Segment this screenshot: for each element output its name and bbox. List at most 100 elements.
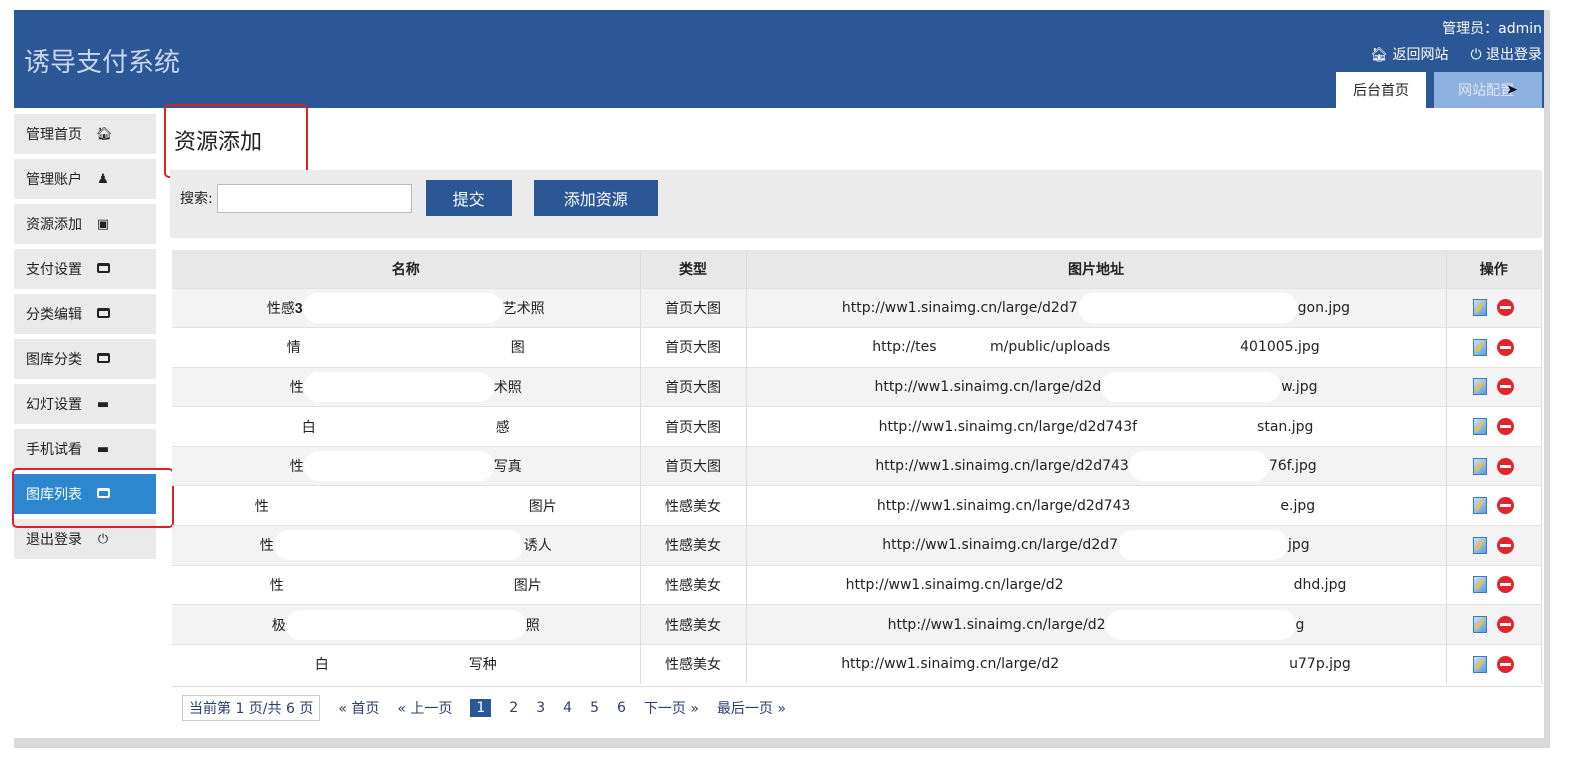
name-end: 图片	[528, 498, 557, 515]
sidebar-item-label: 分类编辑	[26, 307, 82, 323]
edit-icon[interactable]	[1473, 655, 1488, 673]
sidebar-item-0[interactable]: 管理首页 🏠︎	[14, 114, 156, 154]
delete-icon[interactable]	[1497, 457, 1515, 475]
url-cell: http://ww1.sinaimg.cn/large/d2d743f stan.…	[746, 406, 1447, 447]
url-cell: http://ww1.sinaimg.cn/large/d2 u77p.jpg	[746, 643, 1447, 684]
sidebar-item-label: 管理首页	[26, 127, 82, 143]
delete-icon[interactable]	[1497, 616, 1515, 634]
highlight-box	[12, 468, 174, 528]
col-type: 类型	[640, 250, 747, 288]
type-cell: 性感美女	[640, 564, 747, 605]
edit-icon[interactable]	[1473, 497, 1488, 515]
edit-icon[interactable]	[1473, 338, 1488, 356]
mouse-cursor-icon: ➤	[1506, 82, 1518, 98]
logout-link[interactable]: ⏻ 退出登录	[1470, 44, 1542, 64]
delete-icon[interactable]	[1497, 576, 1515, 594]
name-cell: 白感	[172, 406, 641, 447]
name-start: 性	[289, 379, 304, 396]
name-cell: 性 图片	[172, 564, 641, 605]
delete-icon[interactable]	[1497, 655, 1515, 673]
name-cell: 性 图片	[172, 485, 641, 526]
table-row: 极照 性感美女 http://ww1.sinaimg.cn/large/d2 g	[172, 604, 1542, 645]
next-page-link[interactable]: 下一页 »	[644, 698, 699, 718]
page-5[interactable]: 5	[590, 700, 599, 716]
edit-icon[interactable]	[1473, 418, 1488, 436]
name-start: 性	[259, 538, 274, 555]
sidebar-item-7[interactable]: 手机试看 ▬	[14, 429, 156, 469]
name-end: 图	[510, 340, 525, 357]
tab-admin-home[interactable]: 后台首页	[1336, 72, 1426, 108]
type-cell: 首页大图	[640, 445, 747, 486]
back-site-label: 返回网站	[1392, 47, 1449, 63]
type-cell: 性感美女	[640, 525, 747, 566]
last-page-link[interactable]: 最后一页 »	[717, 698, 786, 718]
url-start: http://ww1.sinaimg.cn/large/d2d7	[841, 299, 1078, 316]
page: 诱导支付系统 管理员：admin 🏠︎ 返回网站 ⏻ 退出登录 后台首页 网站配…	[12, 10, 1544, 738]
actions-cell	[1446, 564, 1542, 605]
sidebar-item-5[interactable]: 图库分类	[14, 339, 156, 379]
brand-title: 诱导支付系统	[24, 48, 181, 78]
edit-icon[interactable]	[1473, 378, 1488, 396]
first-page-link[interactable]: « 首页	[338, 698, 379, 718]
name-start: 极	[271, 617, 286, 634]
sidebar-item-label: 支付设置	[26, 262, 82, 278]
top-header: 诱导支付系统 管理员：admin 🏠︎ 返回网站 ⏻ 退出登录 后台首页 网站配…	[14, 10, 1544, 108]
prev-page-link[interactable]: « 上一页	[397, 698, 452, 718]
page-3[interactable]: 3	[536, 700, 545, 716]
resource-table: 名称 类型 图片地址 操作 性感𝟑 艺术照 首页大图 http://ww1.sin…	[172, 250, 1542, 684]
edit-icon[interactable]	[1473, 457, 1488, 475]
url-cell: http://ww1.sinaimg.cn/large/d2 dhd.jpg	[746, 564, 1447, 605]
delete-icon[interactable]	[1497, 299, 1515, 317]
sidebar-item-4[interactable]: 分类编辑	[14, 294, 156, 334]
delete-icon[interactable]	[1497, 497, 1515, 515]
url-end: 76f.jpg	[1268, 458, 1317, 475]
url-start: http://ww1.sinaimg.cn/large/d2d743f	[878, 418, 1138, 435]
page-1[interactable]: 1	[470, 698, 492, 717]
sidebar-item-label: 资源添加	[26, 217, 82, 233]
sidebar-item-label: 手机试看	[26, 442, 82, 458]
table-row: 情图 首页大图 http://tes m/public/uploads 40100…	[172, 327, 1542, 368]
name-end: 诱人	[523, 538, 552, 555]
page-2[interactable]: 2	[509, 700, 518, 716]
power-icon: ⏻	[1470, 47, 1482, 63]
type-cell: 性感美女	[640, 643, 747, 684]
sidebar-item-label: 退出登录	[26, 532, 82, 548]
name-start: 情	[286, 340, 301, 357]
table-row: 性感𝟑 艺术照 首页大图 http://ww1.sinaimg.cn/large/…	[172, 287, 1542, 328]
delete-icon[interactable]	[1497, 338, 1515, 356]
search-label: 搜索:	[180, 191, 213, 207]
edit-icon[interactable]	[1473, 616, 1488, 634]
window-icon	[96, 262, 110, 277]
sidebar-item-label: 幻灯设置	[26, 397, 82, 413]
sidebar-item-1[interactable]: 管理账户 ♟	[14, 159, 156, 199]
page-4[interactable]: 4	[563, 700, 572, 716]
edit-icon[interactable]	[1473, 536, 1488, 554]
type-cell: 首页大图	[640, 406, 747, 447]
page-6[interactable]: 6	[617, 700, 626, 716]
url-end: 401005.jpg	[1240, 339, 1320, 356]
sidebar-item-2[interactable]: 资源添加 ▣	[14, 204, 156, 244]
table-row: 白 写种 性感美女 http://ww1.sinaimg.cn/large/d2 u…	[172, 643, 1542, 684]
table-row: 性 图片 性感美女 http://ww1.sinaimg.cn/large/d2 d…	[172, 564, 1542, 605]
actions-cell	[1446, 327, 1542, 368]
delete-icon[interactable]	[1497, 536, 1515, 554]
edit-icon[interactable]	[1473, 299, 1488, 317]
name-start: 性感𝟑	[266, 300, 303, 317]
sidebar-item-3[interactable]: 支付设置	[14, 249, 156, 289]
submit-button[interactable]: 提交	[425, 180, 512, 216]
back-site-link[interactable]: 🏠︎ 返回网站	[1370, 44, 1448, 64]
delete-icon[interactable]	[1497, 378, 1515, 396]
add-resource-button[interactable]: 添加资源	[533, 180, 658, 216]
tab-site-config[interactable]: 网站配置 ➤	[1434, 72, 1542, 108]
url-start: http://ww1.sinaimg.cn/large/d2	[845, 576, 1064, 593]
search-input[interactable]	[216, 183, 412, 213]
folder-icon: ▬	[96, 396, 110, 412]
sidebar-item-6[interactable]: 幻灯设置 ▬	[14, 384, 156, 424]
edit-icon[interactable]	[1473, 576, 1488, 594]
url-start: http://tes m/public/uploads	[872, 339, 1111, 356]
name-end: 艺术照	[502, 300, 545, 317]
name-cell: 极照	[172, 604, 641, 645]
name-cell: 性 术照	[172, 366, 641, 407]
delete-icon[interactable]	[1497, 418, 1515, 436]
home-icon: 🏠︎	[96, 126, 113, 142]
